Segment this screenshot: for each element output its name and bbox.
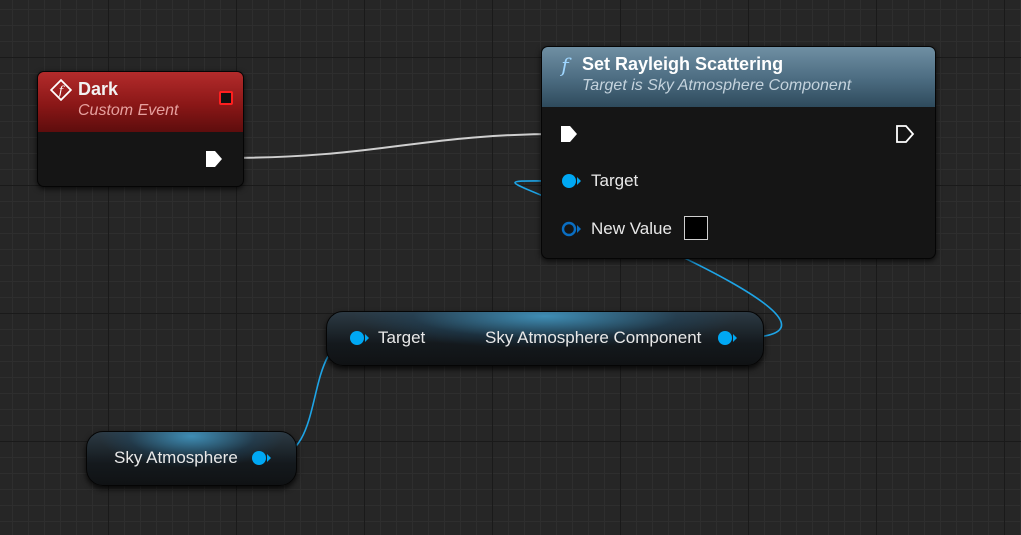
new-value-color-swatch[interactable]	[684, 216, 708, 240]
function-node-subtitle: Target is Sky Atmosphere Component	[582, 77, 852, 94]
sky-atmosphere-component-getter-node[interactable]: Target Sky Atmosphere Component	[326, 311, 764, 366]
exec-output-pin[interactable]	[204, 148, 224, 170]
set-rayleigh-scattering-node[interactable]: f Set Rayleigh Scattering Target is Sky …	[541, 46, 936, 259]
exec-input-pin[interactable]	[559, 123, 579, 145]
custom-event-icon: f	[50, 79, 72, 101]
variable-output-pin[interactable]	[249, 448, 273, 468]
new-value-pin-label: New Value	[591, 219, 672, 238]
new-value-input-pin[interactable]	[559, 219, 583, 239]
delegate-output-pin[interactable]	[219, 91, 233, 105]
getter-target-input-pin[interactable]	[347, 328, 371, 348]
function-node-header[interactable]: f Set Rayleigh Scattering Target is Sky …	[542, 47, 935, 107]
custom-event-node[interactable]: f Dark Custom Event	[37, 71, 244, 187]
event-node-subtitle: Custom Event	[78, 102, 179, 119]
svg-text:f: f	[559, 54, 572, 76]
event-node-header[interactable]: f Dark Custom Event	[38, 72, 243, 132]
getter-output-label: Sky Atmosphere Component	[485, 328, 702, 347]
function-node-title: Set Rayleigh Scattering	[582, 54, 784, 74]
event-node-title: Dark	[78, 79, 119, 99]
getter-target-label: Target	[378, 328, 426, 347]
target-input-pin[interactable]	[559, 171, 583, 191]
variable-label: Sky Atmosphere	[114, 448, 238, 467]
blueprint-graph-canvas[interactable]: f Dark Custom Event f Set Rayleigh Scatt…	[0, 0, 1021, 535]
sky-atmosphere-variable-node[interactable]: Sky Atmosphere	[86, 431, 297, 486]
function-f-icon: f	[559, 54, 572, 76]
exec-wire[interactable]	[223, 133, 561, 159]
target-pin-label: Target	[591, 171, 639, 190]
exec-then-output-pin[interactable]	[895, 123, 915, 145]
getter-output-pin[interactable]	[715, 328, 739, 348]
